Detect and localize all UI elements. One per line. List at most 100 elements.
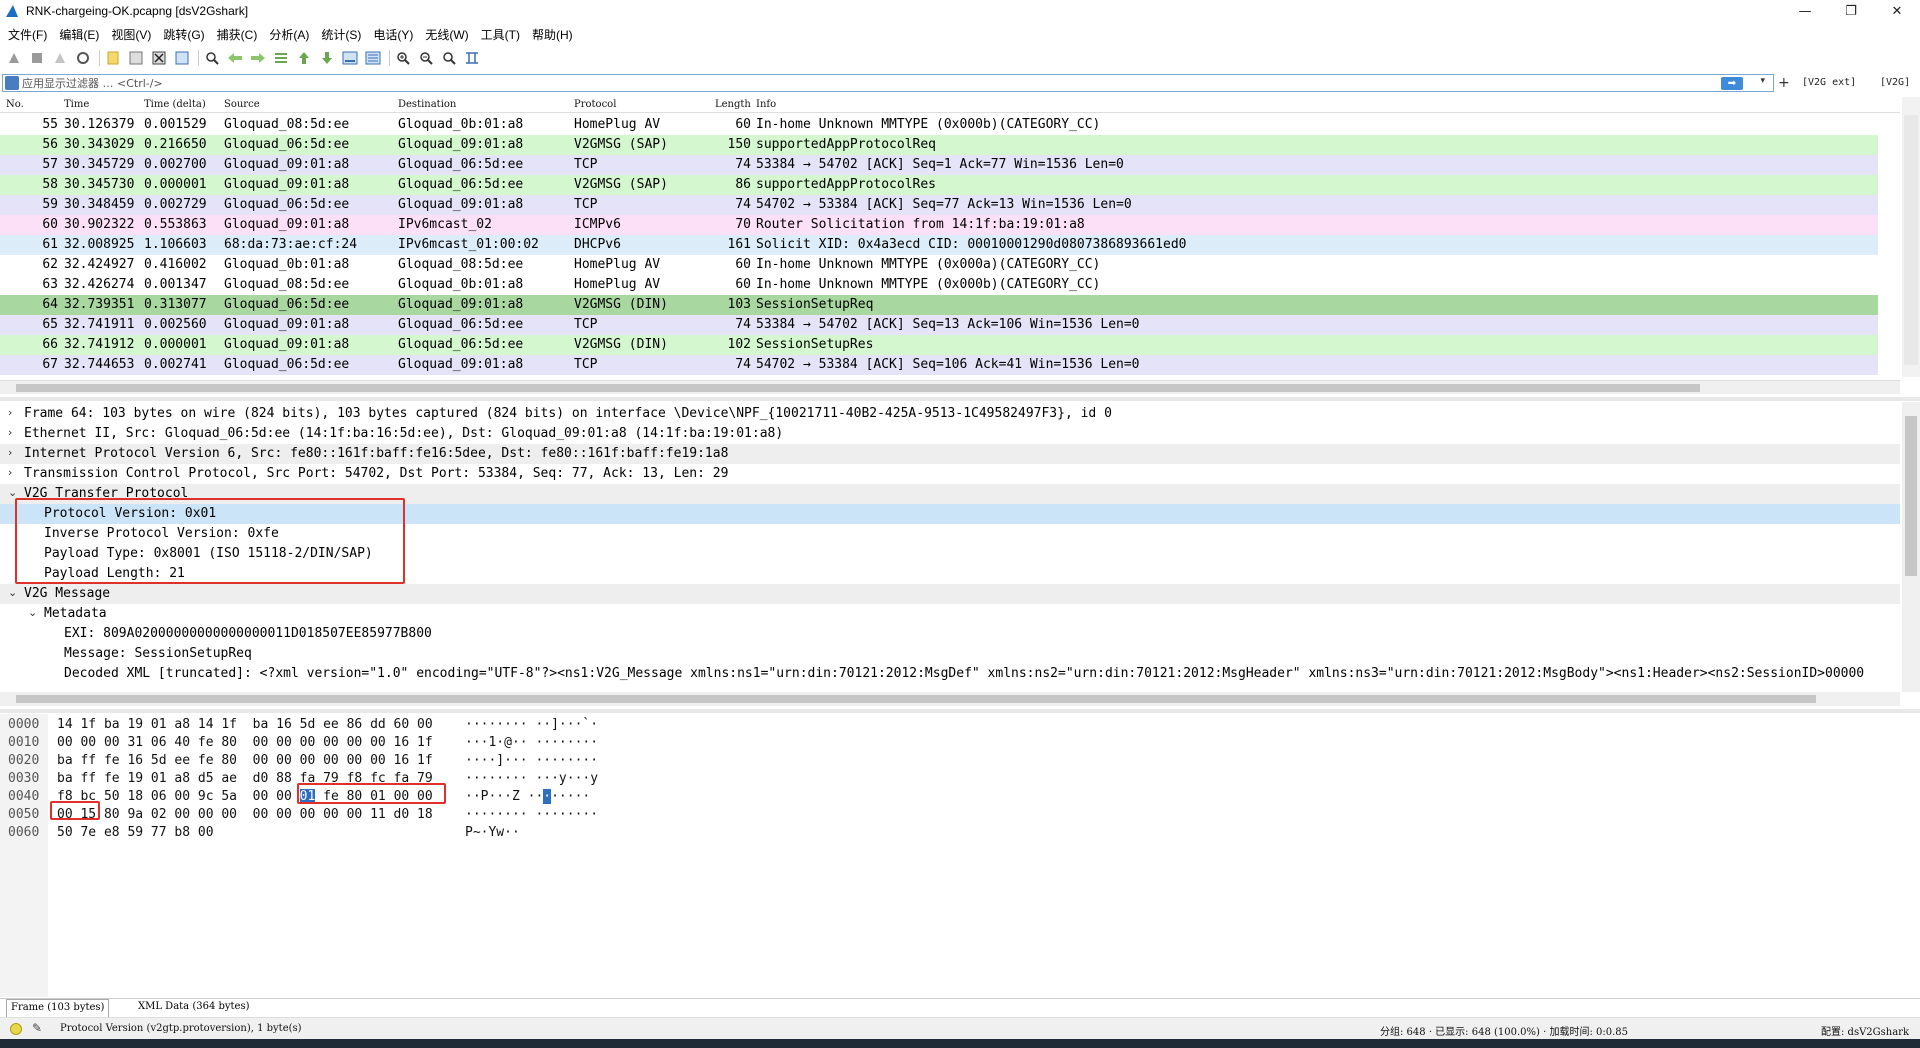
go-forward-icon[interactable] bbox=[248, 48, 268, 68]
packet-row[interactable]: 66 32.741912 0.000001 Gloquad_09:01:a8 Gloqu… bbox=[0, 335, 1878, 355]
zoom-in-icon[interactable] bbox=[393, 48, 413, 68]
menu-tools[interactable]: 工具(T) bbox=[477, 26, 528, 43]
packet-row[interactable]: 55 30.126379 0.001529 Gloquad_08:5d:ee Gloqu… bbox=[0, 115, 1878, 135]
menu-file[interactable]: 文件(F) bbox=[4, 26, 55, 43]
collapse-arrow-icon[interactable]: ⌄ bbox=[28, 606, 37, 619]
menu-statistics[interactable]: 统计(S) bbox=[317, 26, 369, 43]
detail-tree-item[interactable]: Inverse Protocol Version: 0xfe bbox=[0, 524, 1900, 544]
details-hscrollbar[interactable] bbox=[0, 692, 1900, 706]
filter-history-dropdown[interactable]: ▾ bbox=[1760, 76, 1765, 86]
menu-go[interactable]: 跳转(G) bbox=[159, 26, 212, 43]
bookmark-icon[interactable] bbox=[5, 76, 19, 90]
ascii-bytes[interactable]: ···1·@·· ········ bbox=[465, 735, 598, 750]
find-packet-icon[interactable] bbox=[202, 48, 222, 68]
tab-frame-bytes[interactable]: Frame (103 bytes) bbox=[6, 999, 110, 1017]
menu-wireless[interactable]: 无线(W) bbox=[421, 26, 476, 43]
collapse-arrow-icon[interactable]: ⌄ bbox=[8, 586, 17, 599]
maximize-button[interactable]: ❐ bbox=[1828, 0, 1874, 22]
column-header-info[interactable]: Info bbox=[756, 99, 776, 110]
column-header-source[interactable]: Source bbox=[224, 99, 260, 110]
detail-tree-item[interactable]: Decoded XML [truncated]: <?xml version="… bbox=[0, 664, 1900, 684]
column-header-delta[interactable]: Time (delta) bbox=[144, 99, 206, 110]
hex-bytes[interactable]: 00 15 80 9a 02 00 00 00 00 00 00 00 00 1… bbox=[57, 807, 433, 822]
hscroll-thumb[interactable] bbox=[16, 384, 1700, 392]
open-file-icon[interactable] bbox=[103, 48, 123, 68]
hex-bytes[interactable]: ba ff fe 19 01 a8 d5 ae d0 88 fa 79 f8 f… bbox=[57, 771, 433, 786]
packet-row[interactable]: 59 30.348459 0.002729 Gloquad_06:5d:ee Gloqu… bbox=[0, 195, 1878, 215]
resize-columns-icon[interactable] bbox=[462, 48, 482, 68]
detail-tree-item[interactable]: ⌄ Metadata bbox=[0, 604, 1900, 624]
start-capture-icon[interactable] bbox=[4, 48, 24, 68]
apply-filter-button[interactable]: ➡ bbox=[1721, 77, 1743, 90]
colorize-icon[interactable] bbox=[363, 48, 383, 68]
ascii-bytes[interactable]: P~·Yw·· bbox=[465, 825, 520, 840]
packet-minimap[interactable] bbox=[1904, 115, 1918, 365]
close-button[interactable]: ✕ bbox=[1874, 0, 1920, 22]
detail-tree-item[interactable]: › Transmission Control Protocol, Src Port… bbox=[0, 464, 1900, 484]
packet-row[interactable]: 63 32.426274 0.001347 Gloquad_08:5d:ee Gloqu… bbox=[0, 275, 1878, 295]
detail-tree-item[interactable]: › Ethernet II, Src: Gloquad_06:5d:ee (14:… bbox=[0, 424, 1900, 444]
display-filter-input[interactable]: 应用显示过滤器 … <Ctrl-/> ➡ ▾ bbox=[2, 74, 1774, 92]
packet-row[interactable]: 57 30.345729 0.002700 Gloquad_09:01:a8 Gloqu… bbox=[0, 155, 1878, 175]
detail-tree-item[interactable]: Payload Type: 0x8001 (ISO 15118-2/DIN/SA… bbox=[0, 544, 1900, 564]
menu-telephony[interactable]: 电话(Y) bbox=[369, 26, 421, 43]
menu-analyze[interactable]: 分析(A) bbox=[265, 26, 317, 43]
ascii-bytes[interactable]: ··P···Z ········ bbox=[465, 789, 590, 804]
hex-bytes[interactable]: 14 1f ba 19 01 a8 14 1f ba 16 5d ee 86 d… bbox=[57, 717, 433, 732]
autoscroll-icon[interactable] bbox=[340, 48, 360, 68]
column-header-time[interactable]: Time bbox=[64, 99, 89, 110]
column-header-destination[interactable]: Destination bbox=[398, 99, 456, 110]
packet-list-hscrollbar[interactable] bbox=[0, 380, 1900, 394]
detail-tree-item[interactable]: EXI: 809A02000000000000000011D018507EE85… bbox=[0, 624, 1900, 644]
collapse-arrow-icon[interactable]: ⌄ bbox=[8, 486, 17, 499]
detail-tree-item[interactable]: ⌄ V2G Transfer Protocol bbox=[0, 484, 1900, 504]
hex-bytes[interactable]: 00 00 00 31 06 40 fe 80 00 00 00 00 00 0… bbox=[57, 735, 433, 750]
packet-row[interactable]: 67 32.744653 0.002741 Gloquad_06:5d:ee Gloqu… bbox=[0, 355, 1878, 375]
details-hscroll-thumb[interactable] bbox=[16, 695, 1816, 703]
ascii-bytes[interactable]: ····]··· ········ bbox=[465, 753, 598, 768]
selected-ascii-byte[interactable]: · bbox=[543, 789, 552, 804]
expert-info-icon[interactable] bbox=[10, 1023, 22, 1035]
zoom-out-icon[interactable] bbox=[416, 48, 436, 68]
stop-capture-icon[interactable] bbox=[27, 48, 47, 68]
menu-capture[interactable]: 捕获(C) bbox=[213, 26, 266, 43]
menu-help[interactable]: 帮助(H) bbox=[528, 26, 581, 43]
packet-row[interactable]: 60 30.902322 0.553863 Gloquad_09:01:a8 IPv6m… bbox=[0, 215, 1878, 235]
details-scrollbar[interactable] bbox=[1902, 402, 1920, 692]
first-packet-icon[interactable] bbox=[294, 48, 314, 68]
menu-view[interactable]: 视图(V) bbox=[107, 26, 159, 43]
ascii-bytes[interactable]: ········ ··]···`· bbox=[465, 717, 598, 732]
minimize-button[interactable]: — bbox=[1782, 0, 1828, 22]
detail-tree-item[interactable]: ⌄ V2G Message bbox=[0, 584, 1900, 604]
zoom-normal-icon[interactable] bbox=[439, 48, 459, 68]
packet-row[interactable]: 64 32.739351 0.313077 Gloquad_06:5d:ee Gloqu… bbox=[0, 295, 1878, 315]
selected-byte[interactable]: 01 bbox=[299, 789, 316, 804]
expand-arrow-icon[interactable]: › bbox=[8, 406, 12, 419]
save-file-icon[interactable] bbox=[126, 48, 146, 68]
restart-capture-icon[interactable] bbox=[50, 48, 70, 68]
packet-list-scrollbar[interactable] bbox=[1902, 97, 1920, 377]
detail-tree-item[interactable]: › Frame 64: 103 bytes on wire (824 bits),… bbox=[0, 404, 1900, 424]
capture-options-icon[interactable] bbox=[73, 48, 93, 68]
capture-comment-icon[interactable]: ✎ bbox=[32, 1021, 42, 1035]
column-header-no[interactable]: No. bbox=[6, 99, 24, 110]
detail-tree-item[interactable]: › Internet Protocol Version 6, Src: fe80:… bbox=[0, 444, 1900, 464]
profile-status[interactable]: 配置: dsV2Gshark bbox=[1821, 1023, 1909, 1038]
close-file-icon[interactable] bbox=[149, 48, 169, 68]
add-filter-button[interactable]: + bbox=[1778, 75, 1790, 91]
expand-arrow-icon[interactable]: › bbox=[8, 466, 12, 479]
detail-tree-item[interactable]: Protocol Version: 0x01 bbox=[0, 504, 1900, 524]
packet-row[interactable]: 58 30.345730 0.000001 Gloquad_09:01:a8 Gloqu… bbox=[0, 175, 1878, 195]
filter-button-v2g-ext[interactable]: [V2G ext] bbox=[1802, 77, 1856, 88]
hex-bytes[interactable]: f8 bc 50 18 06 00 9c 5a 00 00 01 fe 80 0… bbox=[57, 789, 433, 804]
detail-tree-item[interactable]: Message: SessionSetupReq bbox=[0, 644, 1900, 664]
go-back-icon[interactable] bbox=[225, 48, 245, 68]
expand-arrow-icon[interactable]: › bbox=[8, 446, 12, 459]
column-header-protocol[interactable]: Protocol bbox=[574, 99, 616, 110]
packet-row[interactable]: 62 32.424927 0.416002 Gloquad_0b:01:a8 Gloqu… bbox=[0, 255, 1878, 275]
pane-splitter[interactable] bbox=[0, 709, 1920, 713]
pane-splitter[interactable] bbox=[0, 397, 1920, 401]
filter-button-v2g[interactable]: [V2G] bbox=[1880, 77, 1910, 88]
packet-row[interactable]: 61 32.008925 1.106603 68:da:73:ae:cf:24 IPv6… bbox=[0, 235, 1878, 255]
ascii-bytes[interactable]: ········ ···y···y bbox=[465, 771, 598, 786]
